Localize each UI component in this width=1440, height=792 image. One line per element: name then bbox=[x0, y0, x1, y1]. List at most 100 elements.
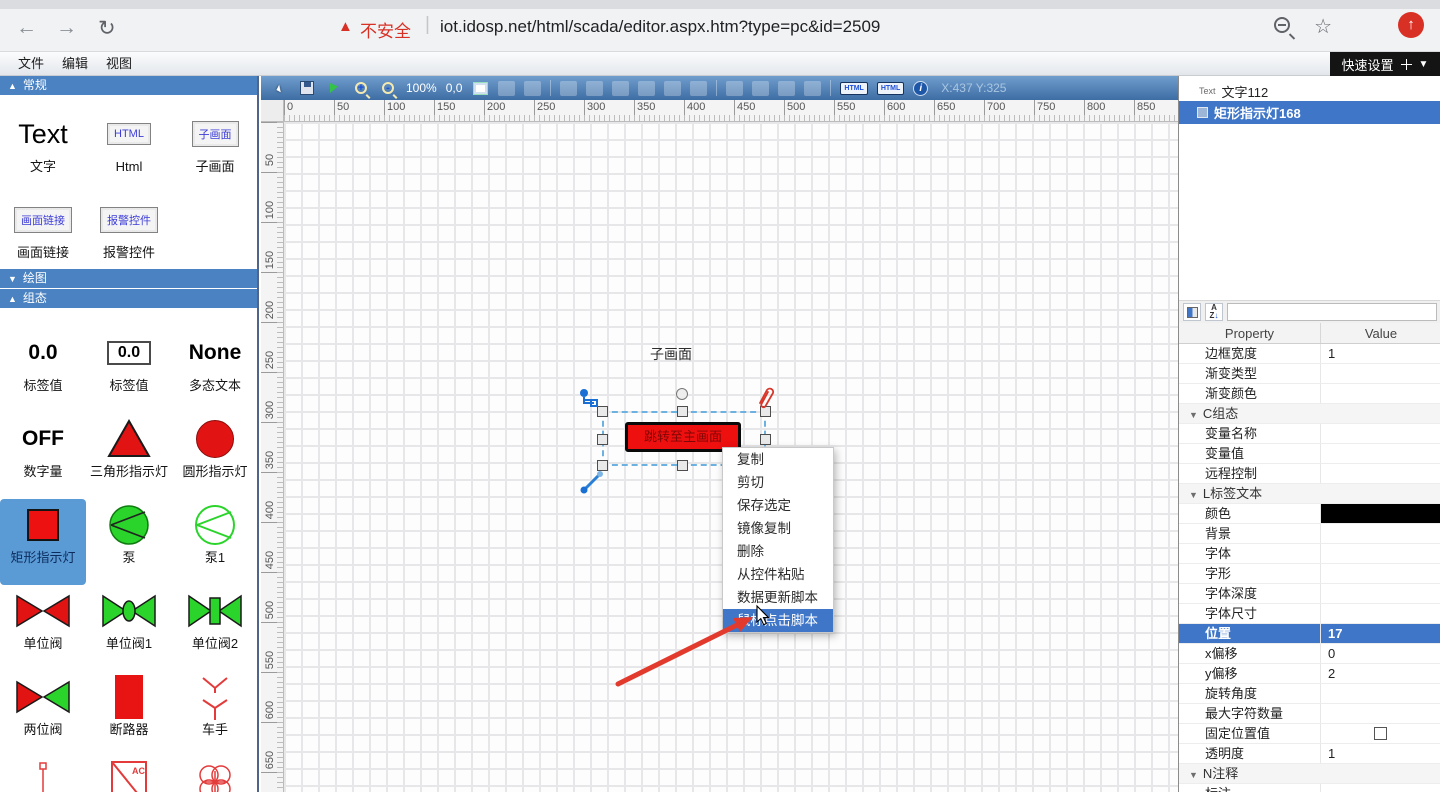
reload-icon[interactable]: ↻ bbox=[98, 16, 116, 41]
object-tree-item-text[interactable]: Text 文字112 bbox=[1179, 81, 1440, 101]
save-icon[interactable] bbox=[298, 79, 316, 97]
property-row-颜色[interactable]: 颜色 bbox=[1179, 504, 1440, 524]
menu-item-编辑[interactable]: 编辑 bbox=[62, 52, 88, 76]
quick-settings-button[interactable]: 快速设置 ▼ bbox=[1330, 52, 1440, 76]
sidebar-section-general[interactable]: ▲常规 bbox=[0, 76, 257, 95]
property-row-透明度[interactable]: 透明度1 bbox=[1179, 744, 1440, 764]
palette-item-文字[interactable]: Text文字 bbox=[0, 108, 86, 194]
property-row-渐变颜色[interactable]: 渐变颜色 bbox=[1179, 384, 1440, 404]
property-row-x偏移[interactable]: x偏移0 bbox=[1179, 644, 1440, 664]
property-value[interactable] bbox=[1321, 464, 1440, 483]
sidebar-section-scada[interactable]: ▲组态 bbox=[0, 289, 257, 308]
context-menu-item-剪切[interactable]: 剪切 bbox=[723, 471, 833, 494]
property-value[interactable]: 2 bbox=[1321, 664, 1440, 683]
palette-item-单位阀1[interactable]: 单位阀1 bbox=[86, 585, 172, 671]
property-value[interactable]: 1 bbox=[1321, 344, 1440, 363]
design-canvas[interactable]: 子画面 跳转至主画面 复制剪切保存选定镜像复制删除从控件粘贴数据更新脚本鼠标点击… bbox=[284, 122, 1178, 792]
context-menu-item-保存选定[interactable]: 保存选定 bbox=[723, 494, 833, 517]
property-row-标注[interactable]: 标注 bbox=[1179, 784, 1440, 792]
context-menu-item-删除[interactable]: 删除 bbox=[723, 540, 833, 563]
palette-item-单位阀[interactable]: 单位阀 bbox=[0, 585, 86, 671]
star-bookmark-icon[interactable]: ☆ bbox=[1314, 14, 1332, 39]
palette-item-圆形指示灯[interactable]: 圆形指示灯 bbox=[172, 413, 258, 499]
palette-item-两位阀[interactable]: 两位阀 bbox=[0, 671, 86, 757]
resize-handle-w[interactable] bbox=[597, 434, 608, 445]
object-tree-item-rect-lamp[interactable]: 矩形指示灯168 bbox=[1179, 101, 1440, 124]
property-value[interactable] bbox=[1321, 784, 1440, 792]
palette-item-画面链接[interactable]: 画面链接画面链接 bbox=[0, 194, 86, 280]
palette-item-标签值[interactable]: 0.0标签值 bbox=[0, 327, 86, 413]
property-value[interactable] bbox=[1321, 444, 1440, 463]
palette-item-多态文本[interactable]: None多态文本 bbox=[172, 327, 258, 413]
property-value[interactable] bbox=[1321, 524, 1440, 543]
palette-item-Html[interactable]: HTMLHtml bbox=[86, 108, 172, 194]
palette-item-三角形指示灯[interactable]: 三角形指示灯 bbox=[86, 413, 172, 499]
palette-item-单位阀2[interactable]: 单位阀2 bbox=[172, 585, 258, 671]
palette-item-数字量[interactable]: OFF数字量 bbox=[0, 413, 86, 499]
select-cursor-icon[interactable] bbox=[271, 79, 289, 97]
property-value[interactable] bbox=[1321, 564, 1440, 583]
zoom-out-icon[interactable] bbox=[1274, 17, 1290, 38]
context-menu-item-鼠标点击脚本[interactable]: 鼠标点击脚本 bbox=[723, 609, 833, 632]
zoom-out-icon[interactable]: - bbox=[379, 79, 397, 97]
property-value[interactable] bbox=[1321, 364, 1440, 383]
update-badge-icon[interactable]: ↑ bbox=[1398, 12, 1424, 38]
zoom-in-icon[interactable]: + bbox=[352, 79, 370, 97]
page-settings-icon[interactable] bbox=[471, 79, 489, 97]
palette-item-泵[interactable]: 泵 bbox=[86, 499, 172, 585]
property-row-旋转角度[interactable]: 旋转角度 bbox=[1179, 684, 1440, 704]
property-row-变量名称[interactable]: 变量名称 bbox=[1179, 424, 1440, 444]
palette-item-子画面[interactable]: 子画面子画面 bbox=[172, 108, 258, 194]
property-row-固定位置值[interactable]: 固定位置值 bbox=[1179, 724, 1440, 744]
diagonal-resize-icon[interactable] bbox=[580, 468, 606, 494]
warning-triangle-icon[interactable]: ▲ bbox=[338, 18, 353, 35]
checkbox[interactable] bbox=[1374, 727, 1387, 740]
property-row-背景[interactable]: 背景 bbox=[1179, 524, 1440, 544]
property-value[interactable]: 0 bbox=[1321, 644, 1440, 663]
marker-icon[interactable] bbox=[325, 79, 343, 97]
property-row-位置[interactable]: 位置17 bbox=[1179, 624, 1440, 644]
sort-az-icon[interactable]: AZ↓ bbox=[1205, 303, 1223, 321]
property-value[interactable] bbox=[1321, 724, 1440, 743]
property-row-C组态[interactable]: ▼C组态 bbox=[1179, 404, 1440, 424]
palette-item-矩形指示灯[interactable]: 矩形指示灯 bbox=[0, 499, 86, 585]
menu-item-视图[interactable]: 视图 bbox=[106, 52, 132, 76]
back-arrow-icon[interactable]: ← bbox=[16, 16, 37, 40]
color-swatch[interactable] bbox=[1321, 504, 1440, 523]
palette-item-车手[interactable]: 车手 bbox=[172, 671, 258, 757]
resize-handle-s[interactable] bbox=[677, 460, 688, 471]
palette-item-逆变器[interactable]: ACDC逆变器 bbox=[86, 757, 172, 792]
property-value[interactable] bbox=[1321, 544, 1440, 563]
menu-item-文件[interactable]: 文件 bbox=[18, 52, 44, 76]
categorized-view-icon[interactable] bbox=[1183, 303, 1201, 321]
property-row-字体深度[interactable]: 字体深度 bbox=[1179, 584, 1440, 604]
palette-item-标签值[interactable]: 0.0标签值 bbox=[86, 327, 172, 413]
html-preview-icon[interactable]: HTML bbox=[877, 82, 904, 95]
property-filter-input[interactable] bbox=[1227, 303, 1437, 321]
property-row-字形[interactable]: 字形 bbox=[1179, 564, 1440, 584]
property-value[interactable]: 1 bbox=[1321, 744, 1440, 763]
palette-item-刀闸[interactable]: 刀闸 bbox=[0, 757, 86, 792]
palette-item-报警控件[interactable]: 报警控件报警控件 bbox=[86, 194, 172, 280]
property-row-N注释[interactable]: ▼N注释 bbox=[1179, 764, 1440, 784]
context-menu-item-镜像复制[interactable]: 镜像复制 bbox=[723, 517, 833, 540]
property-value[interactable] bbox=[1321, 384, 1440, 403]
property-row-变量值[interactable]: 变量值 bbox=[1179, 444, 1440, 464]
property-row-渐变类型[interactable]: 渐变类型 bbox=[1179, 364, 1440, 384]
property-row-远程控制[interactable]: 远程控制 bbox=[1179, 464, 1440, 484]
address-bar[interactable]: iot.idosp.net/html/scada/editor.aspx.htm… bbox=[440, 17, 880, 37]
context-menu-item-复制[interactable]: 复制 bbox=[723, 448, 833, 471]
resize-handle-n[interactable] bbox=[677, 406, 688, 417]
resize-handle-e[interactable] bbox=[760, 434, 771, 445]
property-row-y偏移[interactable]: y偏移2 bbox=[1179, 664, 1440, 684]
palette-item-泵1[interactable]: 泵1 bbox=[172, 499, 258, 585]
connector-anchor-icon[interactable] bbox=[578, 387, 604, 413]
property-value[interactable] bbox=[1321, 684, 1440, 703]
security-warning-label[interactable]: 不安全 bbox=[360, 17, 411, 42]
property-value[interactable]: 17 bbox=[1321, 624, 1440, 643]
property-value[interactable] bbox=[1321, 604, 1440, 623]
property-row-L标签文本[interactable]: ▼L标签文本 bbox=[1179, 484, 1440, 504]
property-row-字体尺寸[interactable]: 字体尺寸 bbox=[1179, 604, 1440, 624]
property-row-最大字符数量[interactable]: 最大字符数量 bbox=[1179, 704, 1440, 724]
subscreen-widget[interactable]: 子画面 bbox=[650, 344, 692, 364]
